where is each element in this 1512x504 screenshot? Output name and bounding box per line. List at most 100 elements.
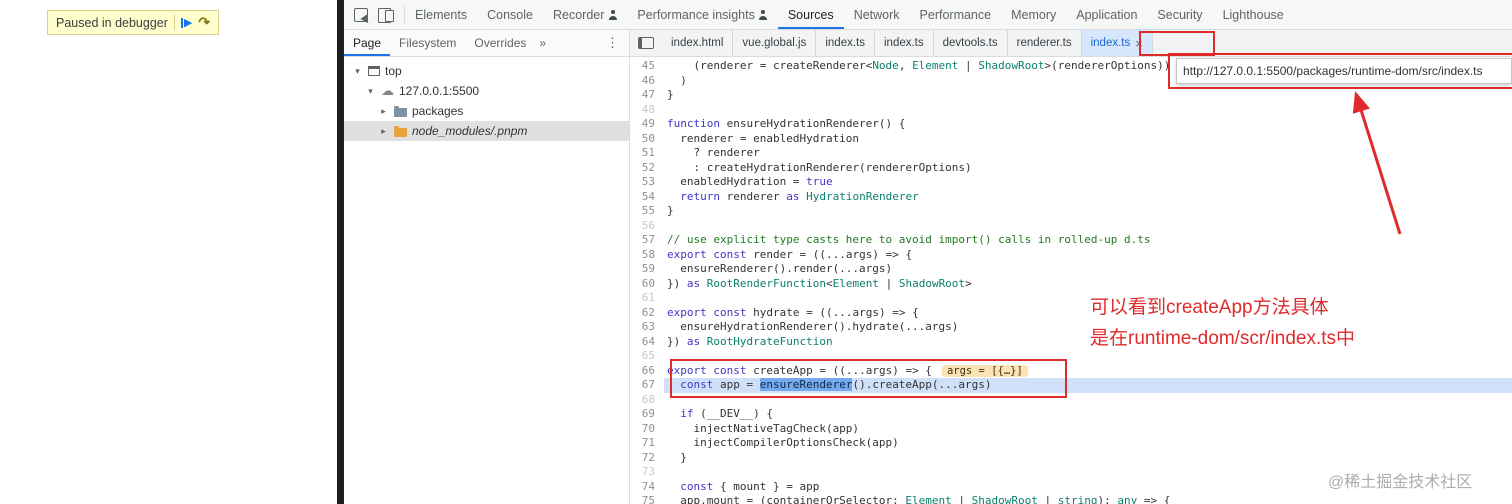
- file-tab-devtools-ts-4[interactable]: devtools.ts: [934, 30, 1008, 56]
- line-number[interactable]: 71: [630, 436, 664, 451]
- tab-console[interactable]: Console: [477, 0, 543, 29]
- file-tab-index-ts-2[interactable]: index.ts: [816, 30, 875, 56]
- close-icon[interactable]: ×: [1135, 37, 1143, 50]
- line-number[interactable]: 61: [630, 291, 664, 306]
- line-number[interactable]: 46: [630, 74, 664, 89]
- tab-elements[interactable]: Elements: [405, 0, 477, 29]
- line-number[interactable]: 68: [630, 393, 664, 408]
- line-number[interactable]: 47: [630, 88, 664, 103]
- line-number[interactable]: 54: [630, 190, 664, 205]
- code-text[interactable]: }: [664, 451, 1512, 466]
- line-number[interactable]: 52: [630, 161, 664, 176]
- line-number[interactable]: 49: [630, 117, 664, 132]
- tab-memory[interactable]: Memory: [1001, 0, 1066, 29]
- file-tab-renderer-ts-5[interactable]: renderer.ts: [1008, 30, 1082, 56]
- line-number[interactable]: 66: [630, 364, 664, 379]
- sidebar-tabs-overflow-icon[interactable]: »: [535, 36, 550, 50]
- tab-security[interactable]: Security: [1147, 0, 1212, 29]
- line-number[interactable]: 58: [630, 248, 664, 263]
- line-number[interactable]: 70: [630, 422, 664, 437]
- line-number[interactable]: 51: [630, 146, 664, 161]
- code-text[interactable]: app.mount = (containerOrSelector: Elemen…: [664, 494, 1512, 504]
- tab-performance-insights[interactable]: Performance insights: [627, 0, 777, 29]
- code-text[interactable]: return renderer as HydrationRenderer: [664, 190, 1512, 205]
- file-tab-vue-global-js-1[interactable]: vue.global.js: [733, 30, 817, 56]
- line-number[interactable]: 75: [630, 494, 664, 504]
- line-number[interactable]: 65: [630, 349, 664, 364]
- line-number[interactable]: 72: [630, 451, 664, 466]
- inspect-element-icon[interactable]: [354, 7, 368, 22]
- code-text[interactable]: [664, 465, 1512, 480]
- chevron-down-icon[interactable]: ▾: [352, 66, 363, 77]
- line-number[interactable]: 60: [630, 277, 664, 292]
- code-text[interactable]: renderer = enabledHydration: [664, 132, 1512, 147]
- code-text[interactable]: injectCompilerOptionsCheck(app): [664, 436, 1512, 451]
- line-number[interactable]: 59: [630, 262, 664, 277]
- tree-item-top[interactable]: ▾ top: [344, 61, 629, 81]
- line-number[interactable]: 63: [630, 320, 664, 335]
- line-number[interactable]: 74: [630, 480, 664, 495]
- code-text[interactable]: const { mount } = app: [664, 480, 1512, 495]
- code-text[interactable]: }) as RootRenderFunction<Element | Shado…: [664, 277, 1512, 292]
- code-text[interactable]: ? renderer: [664, 146, 1512, 161]
- tab-sources[interactable]: Sources: [778, 0, 844, 29]
- code-text[interactable]: const app = ensureRenderer().createApp(.…: [664, 378, 1512, 393]
- tree-item-127-0-0-1-5500[interactable]: ▾ ☁ 127.0.0.1:5500: [344, 81, 629, 101]
- code-text[interactable]: [664, 219, 1512, 234]
- file-tab-index-ts-6[interactable]: index.ts ×: [1081, 30, 1153, 56]
- devtools-tab-bar: Elements Console Recorder Performance insig…: [405, 0, 1294, 29]
- tab-lighthouse[interactable]: Lighthouse: [1213, 0, 1294, 29]
- line-number[interactable]: 73: [630, 465, 664, 480]
- code-text[interactable]: // use explicit type casts here to avoid…: [664, 233, 1512, 248]
- chevron-down-icon[interactable]: ▾: [365, 86, 376, 97]
- code-text[interactable]: ensureRenderer().render(...args): [664, 262, 1512, 277]
- device-toolbar-icon[interactable]: [378, 7, 394, 23]
- step-over-icon[interactable]: ↷: [198, 14, 210, 31]
- code-text[interactable]: }: [664, 88, 1512, 103]
- tab-application[interactable]: Application: [1066, 0, 1147, 29]
- line-number[interactable]: 45: [630, 59, 664, 74]
- sidebar-tab-filesystem[interactable]: Filesystem: [390, 30, 465, 56]
- code-text[interactable]: export const createApp = ((...args) => {…: [664, 364, 1512, 379]
- line-number[interactable]: 55: [630, 204, 664, 219]
- file-tab-index-ts-3[interactable]: index.ts: [875, 30, 934, 56]
- code-text[interactable]: [664, 393, 1512, 408]
- code-text[interactable]: enabledHydration = true: [664, 175, 1512, 190]
- more-options-icon[interactable]: ⋮: [596, 35, 629, 51]
- line-number[interactable]: 57: [630, 233, 664, 248]
- tab-recorder[interactable]: Recorder: [543, 0, 627, 29]
- code-text[interactable]: function ensureHydrationRenderer() {: [664, 117, 1512, 132]
- resume-script-icon[interactable]: ▶: [180, 16, 192, 29]
- line-number[interactable]: 48: [630, 103, 664, 118]
- tab-performance[interactable]: Performance: [910, 0, 1002, 29]
- chevron-right-icon[interactable]: ▸: [378, 106, 389, 117]
- line-number[interactable]: 67: [630, 378, 664, 393]
- tab-network[interactable]: Network: [844, 0, 910, 29]
- code-text[interactable]: export const hydrate = ((...args) => {: [664, 306, 1512, 321]
- line-number[interactable]: 62: [630, 306, 664, 321]
- line-number[interactable]: 56: [630, 219, 664, 234]
- line-number[interactable]: 50: [630, 132, 664, 147]
- line-number[interactable]: 69: [630, 407, 664, 422]
- sidebar-tab-overrides[interactable]: Overrides: [465, 30, 535, 56]
- file-tab-index-html-0[interactable]: index.html: [662, 30, 734, 56]
- code-text[interactable]: injectNativeTagCheck(app): [664, 422, 1512, 437]
- code-text[interactable]: : createHydrationRenderer(rendererOption…: [664, 161, 1512, 176]
- code-text[interactable]: if (__DEV__) {: [664, 407, 1512, 422]
- code-text[interactable]: export const render = ((...args) => {: [664, 248, 1512, 263]
- code-text[interactable]: }: [664, 204, 1512, 219]
- code-text[interactable]: [664, 291, 1512, 306]
- tree-item-packages[interactable]: ▸ packages: [344, 101, 629, 121]
- code-text[interactable]: ensureHydrationRenderer().hydrate(...arg…: [664, 320, 1512, 335]
- line-number[interactable]: 64: [630, 335, 664, 350]
- line-number[interactable]: 53: [630, 175, 664, 190]
- code-text[interactable]: [664, 103, 1512, 118]
- navigator-sidebar: ▾ top ▾ ☁ 127.0.0.1:5500 ▸ packages ▸ node_modul…: [344, 57, 630, 504]
- chevron-right-icon[interactable]: ▸: [378, 126, 389, 137]
- code-text[interactable]: [664, 349, 1512, 364]
- code-text[interactable]: }) as RootHydrateFunction: [664, 335, 1512, 350]
- hide-navigator-icon[interactable]: [638, 37, 654, 49]
- page-scrollbar[interactable]: [337, 0, 344, 504]
- tree-item-node-modules-pnpm[interactable]: ▸ node_modules/.pnpm: [344, 121, 629, 141]
- sidebar-tab-page[interactable]: Page: [344, 30, 390, 56]
